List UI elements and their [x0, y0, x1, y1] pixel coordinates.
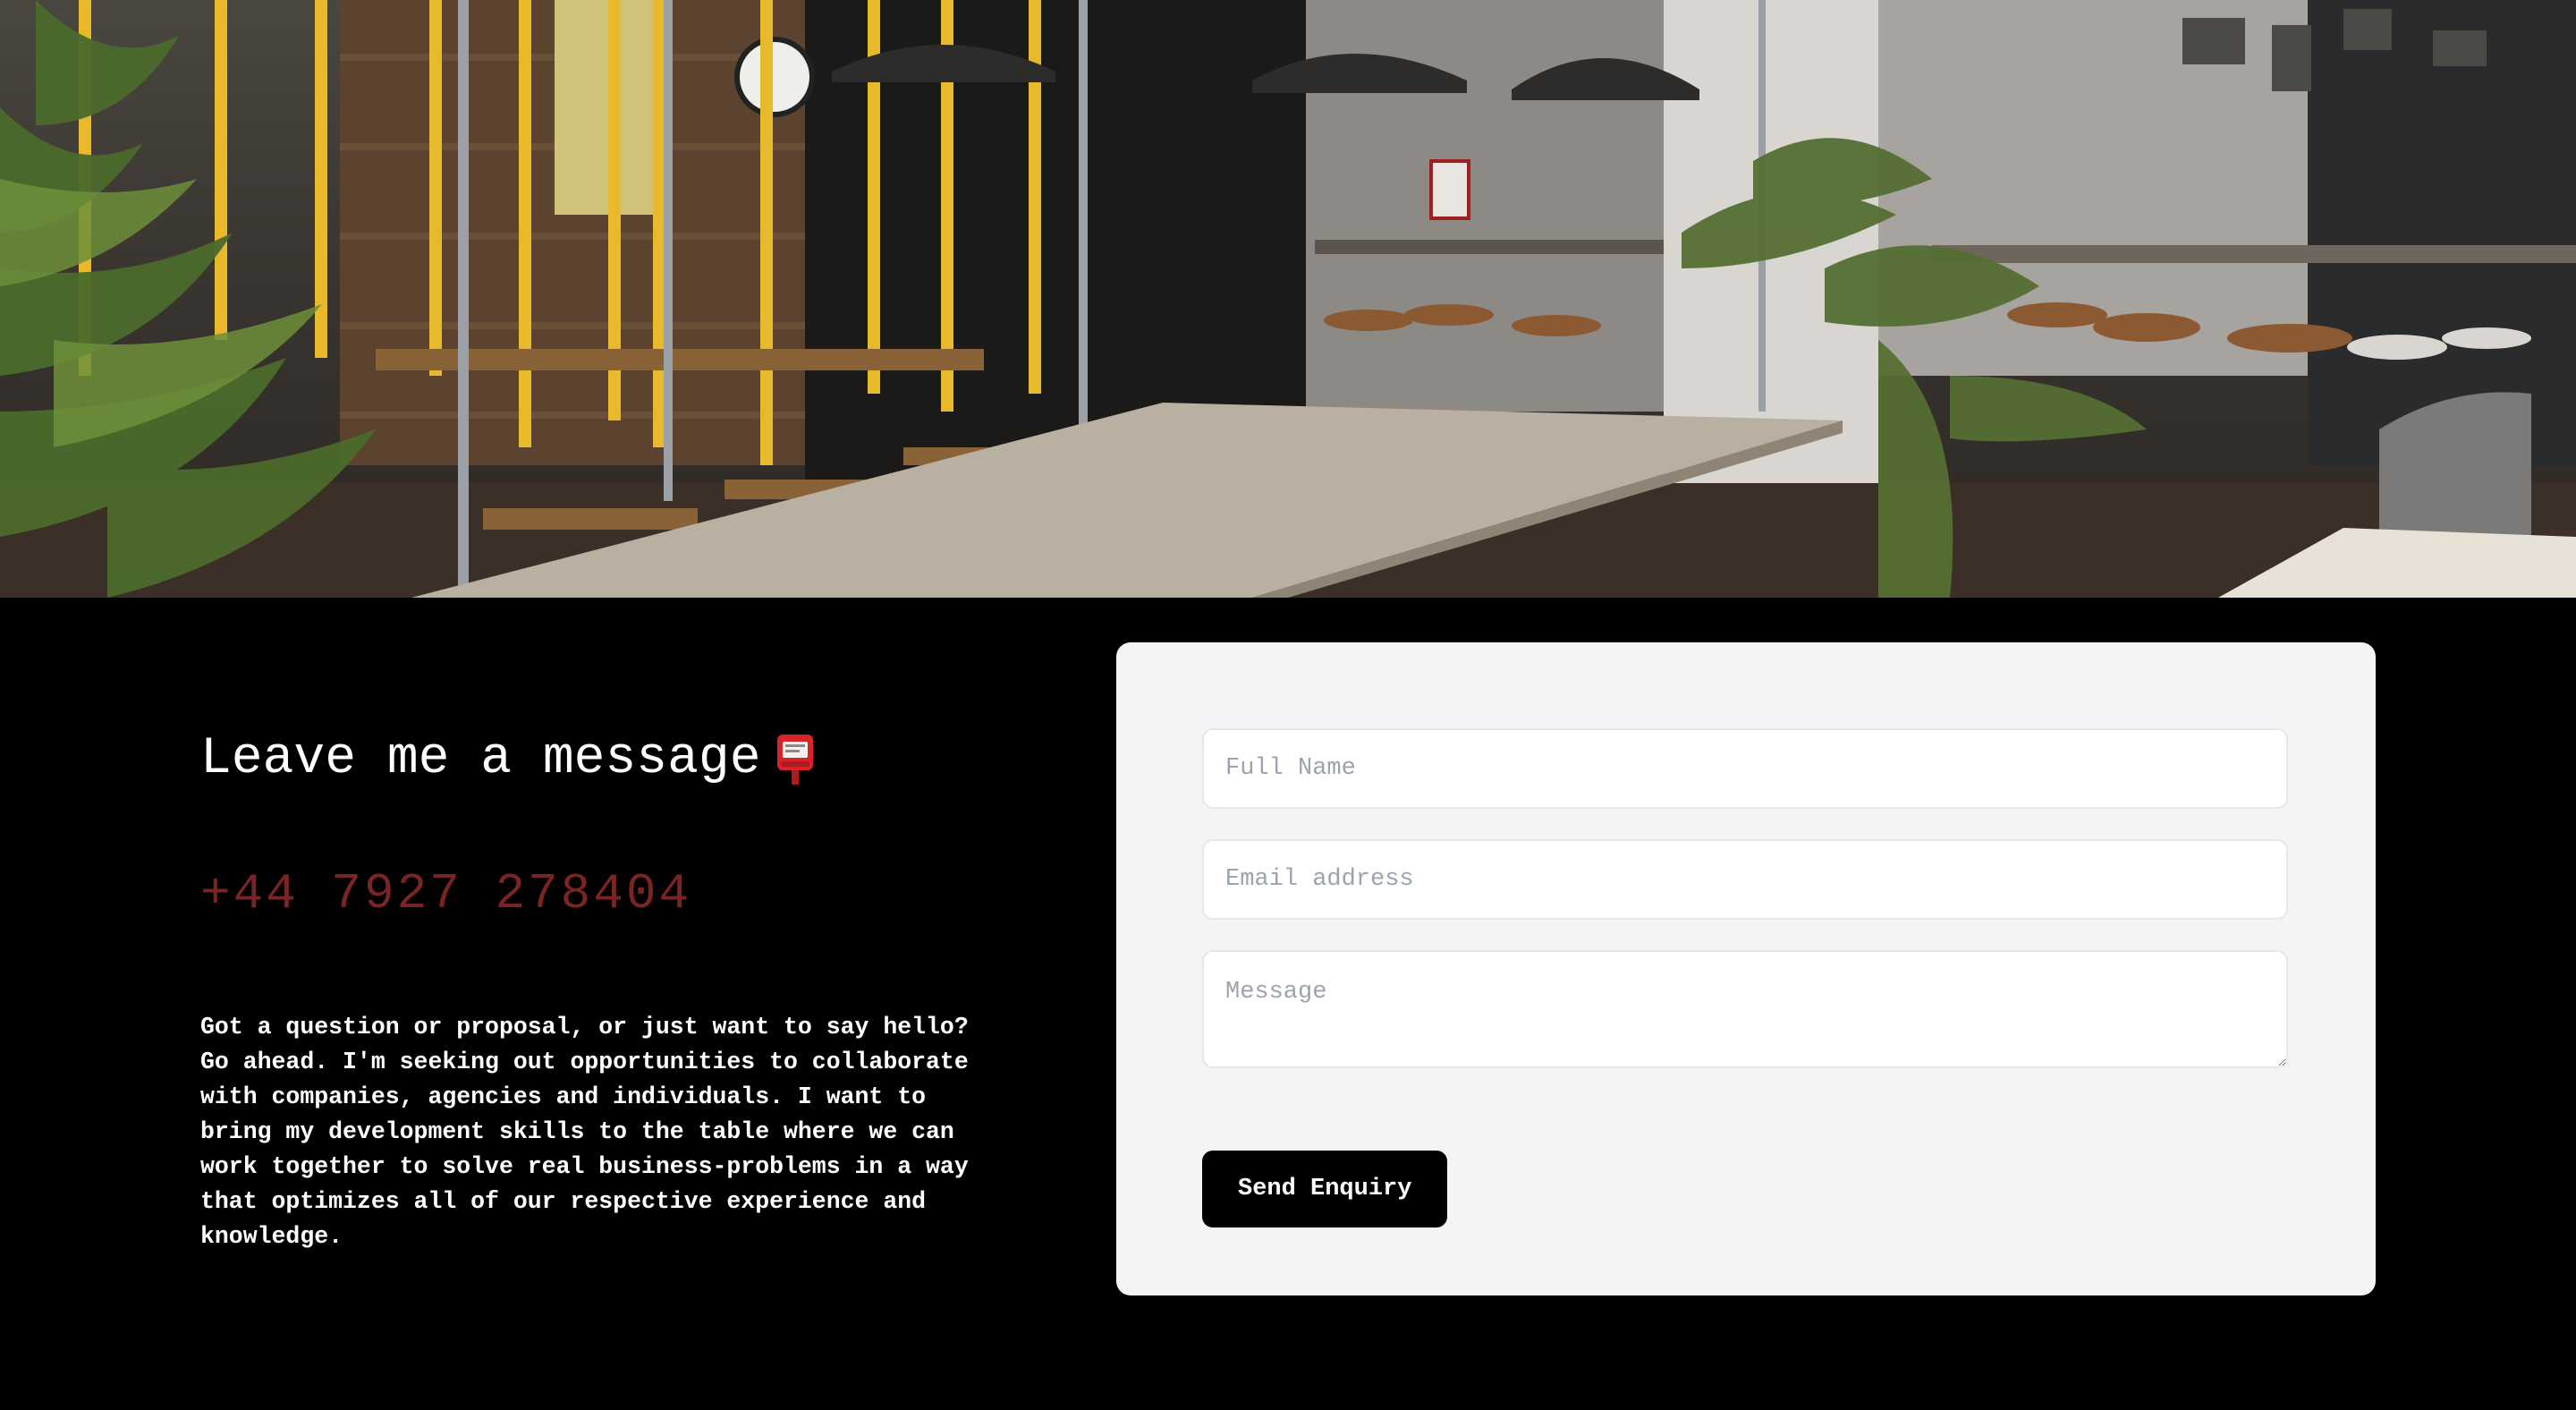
- contact-description: Got a question or proposal, or just want…: [200, 1013, 969, 1250]
- enquiry-form: Send Enquiry: [1116, 642, 2376, 1295]
- email-input[interactable]: [1202, 839, 2288, 920]
- send-enquiry-button[interactable]: Send Enquiry: [1202, 1151, 1448, 1227]
- contact-heading: Leave me a message: [200, 728, 1023, 791]
- message-textarea[interactable]: [1202, 950, 2288, 1068]
- phone-number[interactable]: +44 7927 278404: [200, 864, 1023, 924]
- hero-photo-illustration: [0, 0, 2576, 598]
- contact-section: Leave me a message +44 7927 278404 Got a…: [0, 598, 2576, 1410]
- hero-photo: [0, 0, 2576, 598]
- postbox-icon: [774, 733, 817, 786]
- contact-heading-text: Leave me a message: [200, 730, 761, 788]
- full-name-input[interactable]: [1202, 728, 2288, 809]
- contact-intro: Leave me a message +44 7927 278404 Got a…: [200, 728, 1023, 1278]
